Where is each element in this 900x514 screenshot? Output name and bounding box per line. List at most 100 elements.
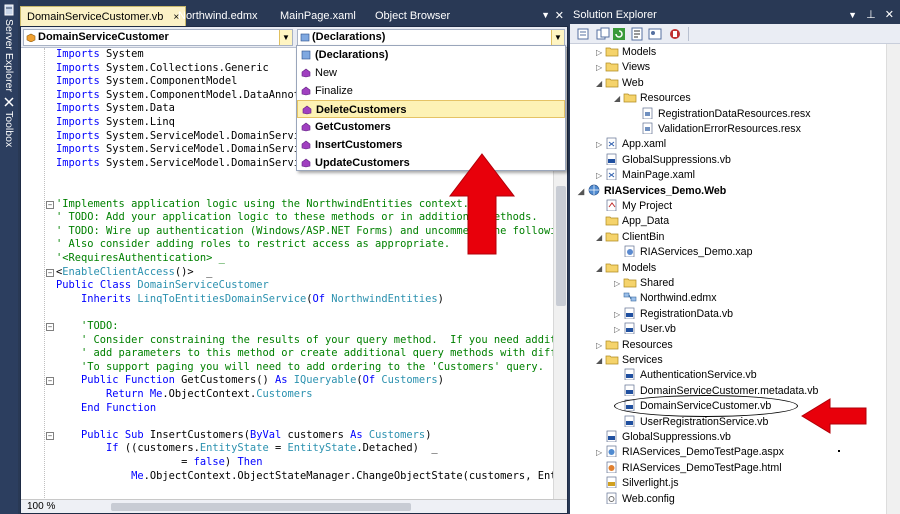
solution-tree[interactable]: ▷ Models ▷ Views ◢ Web ◢ Resources RegistrationD… <box>570 44 900 514</box>
close-editor-icon[interactable]: ✕ <box>555 9 564 22</box>
expand-icon[interactable]: ▷ <box>596 168 605 183</box>
expand-icon[interactable]: ▷ <box>614 307 623 322</box>
dropdown-item[interactable]: Finalize <box>297 82 565 100</box>
tree-node[interactable]: ◢ ClientBin <box>596 230 664 245</box>
collapse-icon[interactable]: ◢ <box>578 184 587 199</box>
code-line: = false) Then <box>21 456 553 470</box>
code-line-text: 'Implements application logic using the … <box>56 197 469 210</box>
tree-node-label: Resources <box>640 92 691 105</box>
collapse-icon[interactable]: ◢ <box>596 353 605 368</box>
dropdown-item[interactable]: InsertCustomers <box>297 136 565 154</box>
panel-dropdown-icon[interactable]: ▼ <box>848 10 857 20</box>
collapse-icon[interactable]: ◢ <box>596 230 605 245</box>
code-line-text: ' add parameters to this method or creat… <box>56 347 553 360</box>
collapse-icon[interactable]: ◢ <box>596 76 605 91</box>
view-designer-icon[interactable] <box>648 27 662 41</box>
code-line: − 'TODO: <box>21 320 553 334</box>
edmx-file-icon <box>623 293 637 302</box>
tree-node-label: Models <box>622 46 657 58</box>
tree-node[interactable]: GlobalSuppressions.vb <box>596 153 731 168</box>
dropdown-item[interactable]: (Declarations) <box>297 46 565 64</box>
code-line-text: Me.ObjectContext.ObjectStateManager.Chan… <box>131 469 553 482</box>
tree-node[interactable]: ▷ MainPage.xaml <box>596 168 695 183</box>
show-all-files-icon[interactable] <box>596 27 610 41</box>
tree-node[interactable]: Silverlight.js <box>596 476 679 491</box>
class-diagram-icon[interactable] <box>668 27 682 41</box>
expand-icon[interactable]: ▷ <box>596 137 605 152</box>
tree-node[interactable]: ◢ RIAServices_Demo.Web <box>578 184 726 199</box>
collapse-icon[interactable]: − <box>46 200 54 209</box>
tab-object-browser[interactable]: Object Browser <box>369 6 456 26</box>
solution-explorer-scrollbar[interactable] <box>886 44 900 514</box>
vb-file-icon <box>624 307 635 319</box>
tree-node[interactable]: ◢ Models <box>596 261 656 276</box>
collapse-icon[interactable]: ◢ <box>596 261 605 276</box>
tree-node[interactable]: ◢ Web <box>596 76 644 91</box>
expand-icon[interactable]: ▷ <box>596 445 605 460</box>
tree-node[interactable]: ▷ Models <box>596 45 656 60</box>
dropdown-item[interactable]: UpdateCustomers <box>297 154 565 172</box>
view-code-icon[interactable] <box>630 27 644 41</box>
chevron-down-icon[interactable]: ▼ <box>551 30 564 45</box>
tree-node[interactable]: ◢ Services <box>596 353 663 368</box>
tree-node[interactable]: GlobalSuppressions.vb <box>596 430 731 445</box>
folder-icon <box>605 63 619 72</box>
collapse-icon[interactable]: − <box>46 377 54 386</box>
tree-node[interactable]: ▷ RegistrationData.vb <box>614 307 733 322</box>
tree-node[interactable]: My Project <box>596 199 672 214</box>
tab-mainpage-xaml[interactable]: MainPage.xaml <box>274 6 362 26</box>
dropdown-item[interactable]: New <box>297 64 565 82</box>
tree-node[interactable]: Web.config <box>596 492 675 507</box>
expand-icon[interactable]: ▷ <box>596 338 605 353</box>
method-icon <box>301 86 311 96</box>
tree-node[interactable]: AuthenticationService.vb <box>614 368 757 383</box>
dropdown-item-label: New <box>315 67 338 79</box>
xaml-file-icon <box>606 168 617 181</box>
expand-icon[interactable]: ▷ <box>596 60 605 75</box>
server-explorer-tab[interactable]: Server Explorer <box>1 4 17 92</box>
tree-node[interactable]: ▷ Shared <box>614 276 674 291</box>
tree-node[interactable]: RIAServices_Demo.xap <box>614 245 752 260</box>
toolbox-tab[interactable]: Toolbox <box>1 96 17 147</box>
collapse-icon[interactable]: − <box>46 268 54 277</box>
expand-icon[interactable]: ▷ <box>614 322 623 337</box>
refresh-icon[interactable] <box>612 27 626 41</box>
close-panel-icon[interactable]: ✕ <box>885 9 894 21</box>
tree-node-label: Northwind.edmx <box>640 292 717 305</box>
collapse-icon[interactable]: − <box>46 323 54 331</box>
tree-node[interactable]: ▷ RIAServices_DemoTestPage.aspx <box>596 445 784 460</box>
collapse-icon[interactable]: − <box>46 431 54 440</box>
folder-icon <box>605 78 619 88</box>
zoom-level[interactable]: 100 % <box>27 500 55 513</box>
tree-node[interactable]: ▷ User.vb <box>614 322 676 337</box>
server-explorer-label: Server Explorer <box>3 19 15 92</box>
collapse-icon[interactable]: ◢ <box>614 91 623 106</box>
tab-list-dropdown-icon[interactable]: ▼ <box>541 10 550 20</box>
properties-icon[interactable] <box>576 27 590 41</box>
tree-node[interactable]: RIAServices_DemoTestPage.html <box>596 461 782 476</box>
tree-node[interactable]: ValidationErrorResources.resx <box>632 122 801 137</box>
dropdown-item[interactable]: DeleteCustomers <box>297 100 565 118</box>
horizontal-scrollbar-thumb[interactable] <box>111 503 411 511</box>
member-name-combo[interactable]: (Declarations) ▼ <box>297 29 565 46</box>
tree-node[interactable]: ▷ App.xaml <box>596 137 666 152</box>
tree-node[interactable]: RegistrationDataResources.resx <box>632 107 811 122</box>
chevron-down-icon[interactable]: ▼ <box>279 30 292 45</box>
tree-node[interactable]: ◢ Resources <box>614 91 691 106</box>
tree-node[interactable]: ▷ Views <box>596 60 650 75</box>
tree-node[interactable]: Northwind.edmx <box>614 291 717 306</box>
tree-node[interactable]: UserRegistrationService.vb <box>614 415 768 430</box>
tab-northwind-edmx[interactable]: Northwind.edmx <box>172 6 263 26</box>
tree-node[interactable]: ▷ Resources <box>596 338 673 353</box>
scrollbar-thumb[interactable] <box>556 186 566 306</box>
pin-icon[interactable]: ⊥ <box>866 9 876 21</box>
tree-node-label: GlobalSuppressions.vb <box>622 431 731 443</box>
dropdown-item[interactable]: GetCustomers <box>297 118 565 136</box>
tab-domainservicecustomer-vb[interactable]: DomainServiceCustomer.vb × <box>20 6 187 26</box>
tree-node-label: Models <box>622 261 657 274</box>
expand-icon[interactable]: ▷ <box>596 45 605 60</box>
class-name-combo[interactable]: DomainServiceCustomer ▼ <box>23 29 293 46</box>
expand-icon[interactable]: ▷ <box>614 276 623 291</box>
tree-node[interactable]: App_Data <box>596 214 669 229</box>
dropdown-item-label: UpdateCustomers <box>315 157 410 169</box>
